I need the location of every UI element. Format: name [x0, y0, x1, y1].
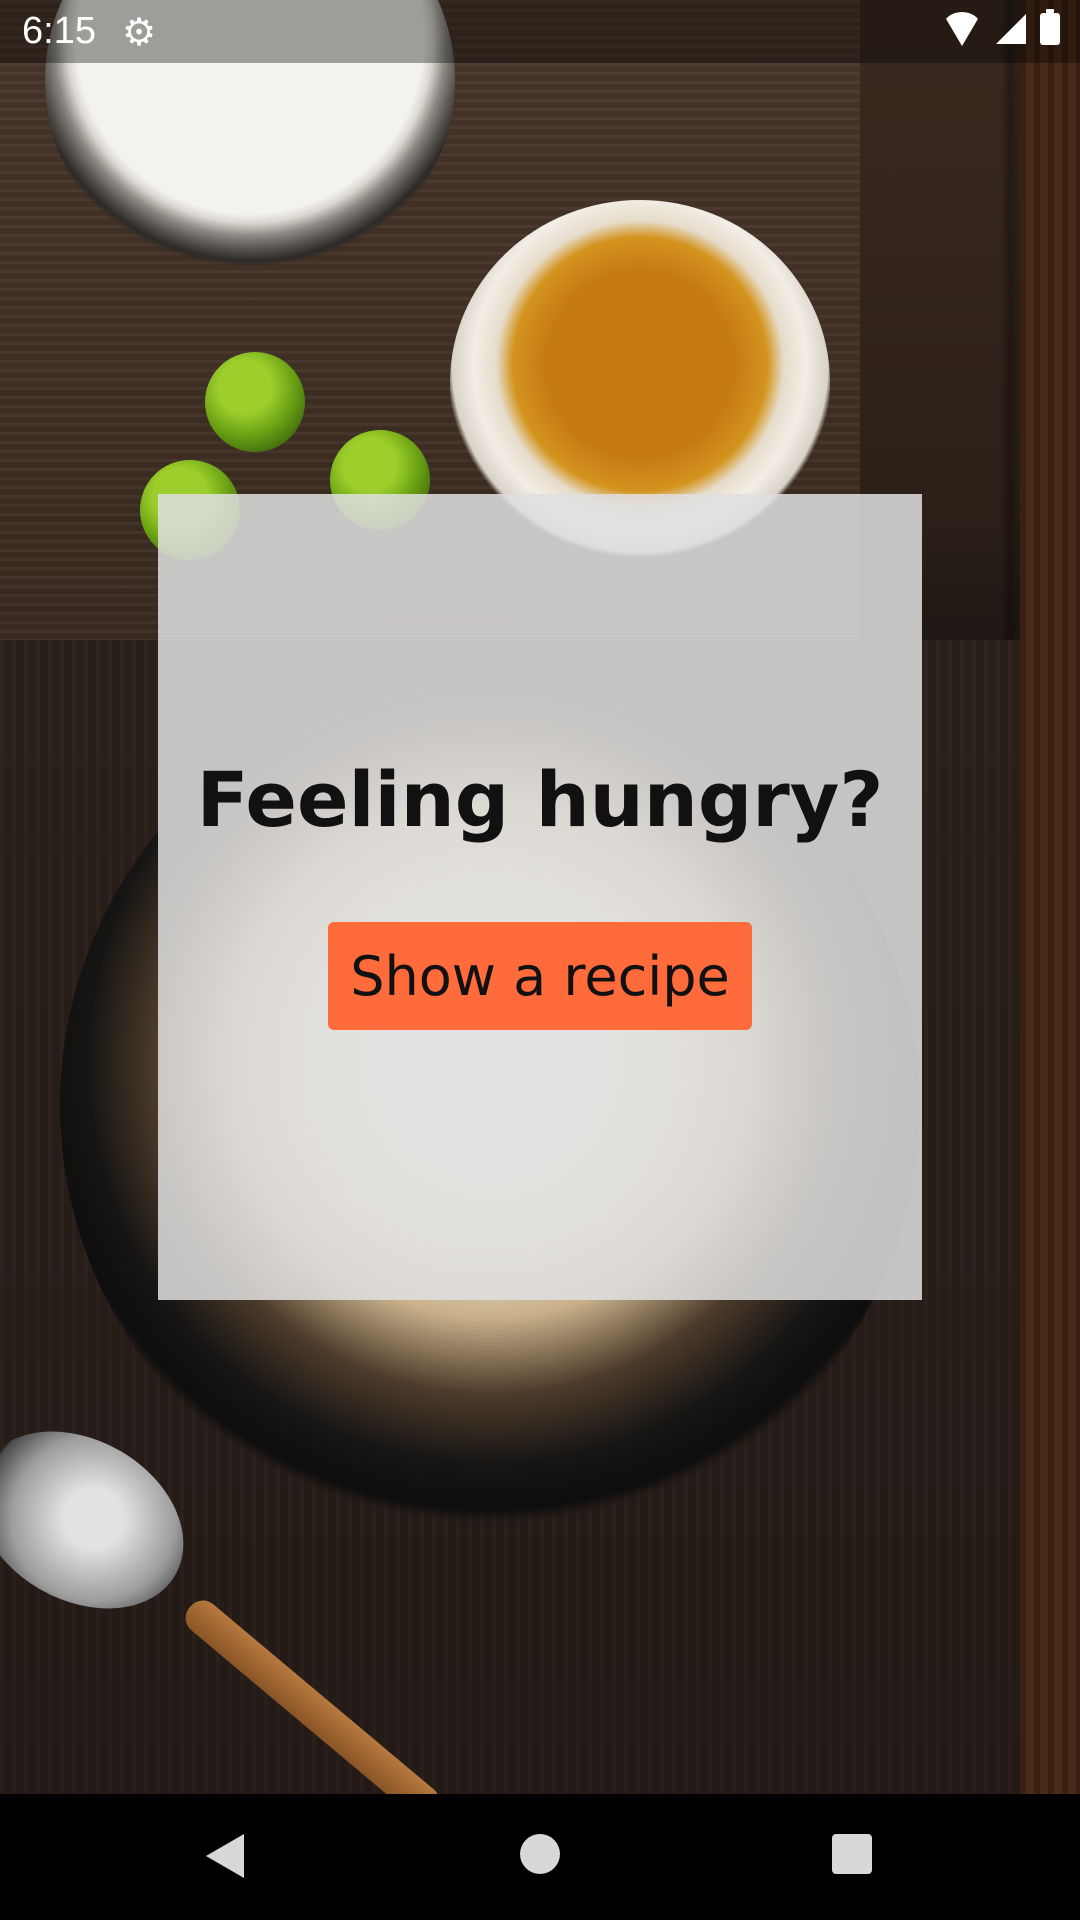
page-title: Feeling hungry? [196, 755, 884, 844]
show-recipe-button[interactable]: Show a recipe [328, 922, 752, 1030]
battery-icon [1040, 9, 1060, 45]
status-icons [942, 9, 1060, 46]
status-bar: 6:15 ⚙ [0, 0, 1080, 63]
settings-gear-icon: ⚙ [121, 9, 157, 54]
home-icon[interactable] [520, 1834, 560, 1874]
wifi-icon [942, 12, 982, 46]
navigation-bar [0, 1794, 1080, 1920]
wood-table-edge [1020, 0, 1080, 1794]
status-time: 6:15 [22, 10, 96, 52]
prompt-card [158, 494, 922, 1300]
lime-image [205, 352, 305, 452]
app-screen: 6:15 ⚙ Feeling hungry? Show a recipe [0, 0, 1080, 1920]
back-icon[interactable] [206, 1834, 244, 1878]
signal-icon [996, 14, 1026, 44]
recents-icon[interactable] [832, 1834, 872, 1874]
